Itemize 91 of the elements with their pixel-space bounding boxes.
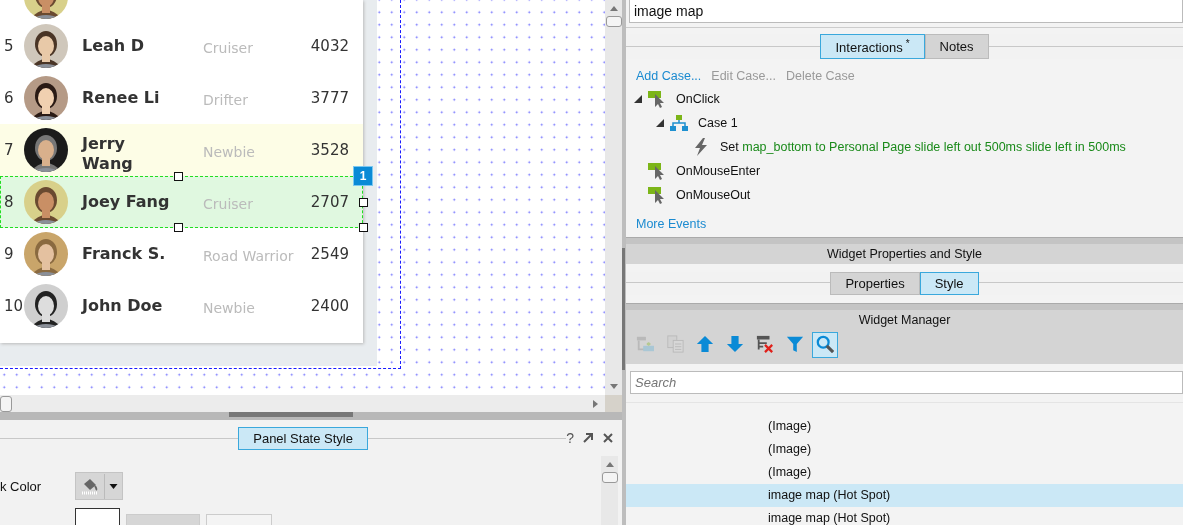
rank-number: 9 bbox=[4, 245, 15, 263]
help-icon[interactable]: ? bbox=[566, 430, 574, 446]
scrollbar-corner bbox=[605, 395, 622, 412]
rank-number: 8 bbox=[4, 193, 15, 211]
player-name: Franck S. bbox=[82, 244, 167, 264]
toolbar-button[interactable] bbox=[812, 332, 838, 359]
event-icon bbox=[648, 162, 666, 181]
lightning-icon bbox=[692, 138, 710, 157]
case-label[interactable]: Case 1 bbox=[698, 116, 738, 131]
arrow-down-icon bbox=[726, 335, 744, 354]
search-field[interactable]: Search bbox=[630, 371, 1183, 395]
expand-triangle-icon[interactable] bbox=[634, 95, 642, 104]
splitter-handle[interactable] bbox=[229, 412, 353, 417]
leaderboard-row[interactable]: 6 Renee Li Drifter 3777 bbox=[0, 72, 363, 124]
player-score: 2549 bbox=[309, 245, 349, 263]
splitter-bar[interactable] bbox=[626, 303, 1183, 311]
action-description[interactable]: Set map_bottom to Personal Page slide left out 500ms slide left in 500ms bbox=[720, 140, 1126, 155]
widget-list-item[interactable]: image map (Hot Spot) bbox=[626, 484, 1183, 508]
filter-icon bbox=[786, 335, 804, 354]
player-score: 3528 bbox=[309, 141, 349, 159]
widget-list-item[interactable]: (Image) bbox=[626, 438, 1183, 462]
player-rank-title: Drifter bbox=[203, 91, 249, 108]
leaderboard-row[interactable]: 9 Franck S. Road Warrior 2549 bbox=[0, 228, 363, 280]
panel-header: Widget Properties and Style bbox=[626, 244, 1183, 265]
panel-header: Widget Manager bbox=[626, 310, 1183, 331]
paint-bucket-icon bbox=[80, 476, 100, 496]
event-label[interactable]: OnMouseEnter bbox=[676, 164, 761, 179]
color-swatch[interactable] bbox=[75, 508, 120, 525]
player-rank-title: Newbie bbox=[203, 299, 256, 316]
player-score: 4032 bbox=[309, 37, 349, 55]
resize-handle[interactable] bbox=[174, 223, 183, 232]
widget-list-item[interactable]: image map (Hot Spot) bbox=[626, 507, 1183, 525]
scroll-right-icon[interactable] bbox=[593, 398, 599, 409]
pop-out-icon[interactable] bbox=[582, 432, 594, 444]
scroll-thumb[interactable] bbox=[605, 16, 622, 27]
scroll-thumb[interactable] bbox=[601, 472, 618, 483]
event-label[interactable]: OnMouseOut bbox=[676, 188, 751, 203]
resize-handle[interactable] bbox=[359, 198, 368, 207]
delete-icon bbox=[756, 335, 774, 354]
player-name: Leah D bbox=[82, 36, 146, 56]
add-widget-icon bbox=[636, 335, 654, 354]
leaderboard-row[interactable]: 10 John Doe Newbie 2400 bbox=[0, 280, 363, 332]
copy-icon bbox=[666, 335, 684, 354]
arrow-up-icon bbox=[696, 335, 714, 354]
scroll-thumb[interactable] bbox=[0, 395, 12, 412]
flowchart-icon bbox=[670, 114, 688, 133]
vertical-scrollbar[interactable] bbox=[605, 0, 622, 395]
vertical-scrollbar[interactable] bbox=[601, 456, 618, 525]
player-score: 2707 bbox=[309, 193, 349, 211]
widget-list-item[interactable]: (Image) bbox=[626, 461, 1183, 485]
action-link[interactable]: Add Case... bbox=[636, 69, 702, 84]
tab[interactable]: Properties bbox=[830, 272, 920, 296]
more-events-link[interactable]: More Events bbox=[626, 207, 1183, 238]
player-name: Jerry Wang bbox=[82, 134, 134, 174]
player-rank-title: Newbie bbox=[203, 143, 256, 160]
event-icon bbox=[648, 90, 666, 109]
player-rank-title: Cruiser bbox=[203, 195, 254, 212]
close-icon[interactable] bbox=[602, 432, 614, 444]
tab[interactable]: Style bbox=[919, 272, 979, 296]
interaction-badge: 1 bbox=[353, 166, 373, 186]
search-icon bbox=[816, 335, 834, 354]
expand-triangle-icon[interactable] bbox=[656, 119, 664, 128]
splitter-bar[interactable] bbox=[0, 412, 622, 420]
event-icon bbox=[648, 186, 666, 205]
player-name: Joey Fang bbox=[82, 192, 171, 212]
scroll-up-icon[interactable] bbox=[604, 461, 615, 467]
resize-handle[interactable] bbox=[359, 223, 368, 232]
player-rank-title: Road Warrior bbox=[203, 247, 295, 264]
tab[interactable]: Interactions $^{*}$ bbox=[820, 34, 925, 60]
splitter-bar[interactable] bbox=[626, 237, 1183, 245]
resize-handle[interactable] bbox=[174, 172, 183, 181]
rank-number: 5 bbox=[4, 37, 15, 55]
event-label[interactable]: OnClick bbox=[676, 92, 720, 107]
scroll-down-icon[interactable] bbox=[608, 384, 619, 390]
player-name: Renee Li bbox=[82, 88, 161, 108]
rank-number: 10 bbox=[4, 297, 24, 315]
tab[interactable]: Notes bbox=[924, 34, 989, 60]
horizontal-scrollbar[interactable] bbox=[0, 395, 622, 412]
player-score: 2400 bbox=[309, 297, 349, 315]
widget-list-item[interactable]: (Image) bbox=[626, 415, 1183, 439]
widget-name-field[interactable]: image map bbox=[629, 0, 1183, 23]
scroll-up-icon[interactable] bbox=[608, 5, 619, 11]
player-score: 3777 bbox=[309, 89, 349, 107]
field-label: k Color bbox=[0, 478, 43, 494]
tab[interactable]: Panel State Style bbox=[238, 426, 368, 450]
leaderboard-row[interactable]: 5 Leah D Cruiser 4032 bbox=[0, 20, 363, 72]
player-name: John Doe bbox=[82, 296, 164, 316]
player-rank-title: Cruiser bbox=[203, 39, 254, 56]
rank-number: 7 bbox=[4, 141, 15, 159]
rank-number: 6 bbox=[4, 89, 15, 107]
fill-color-button[interactable] bbox=[75, 472, 123, 500]
